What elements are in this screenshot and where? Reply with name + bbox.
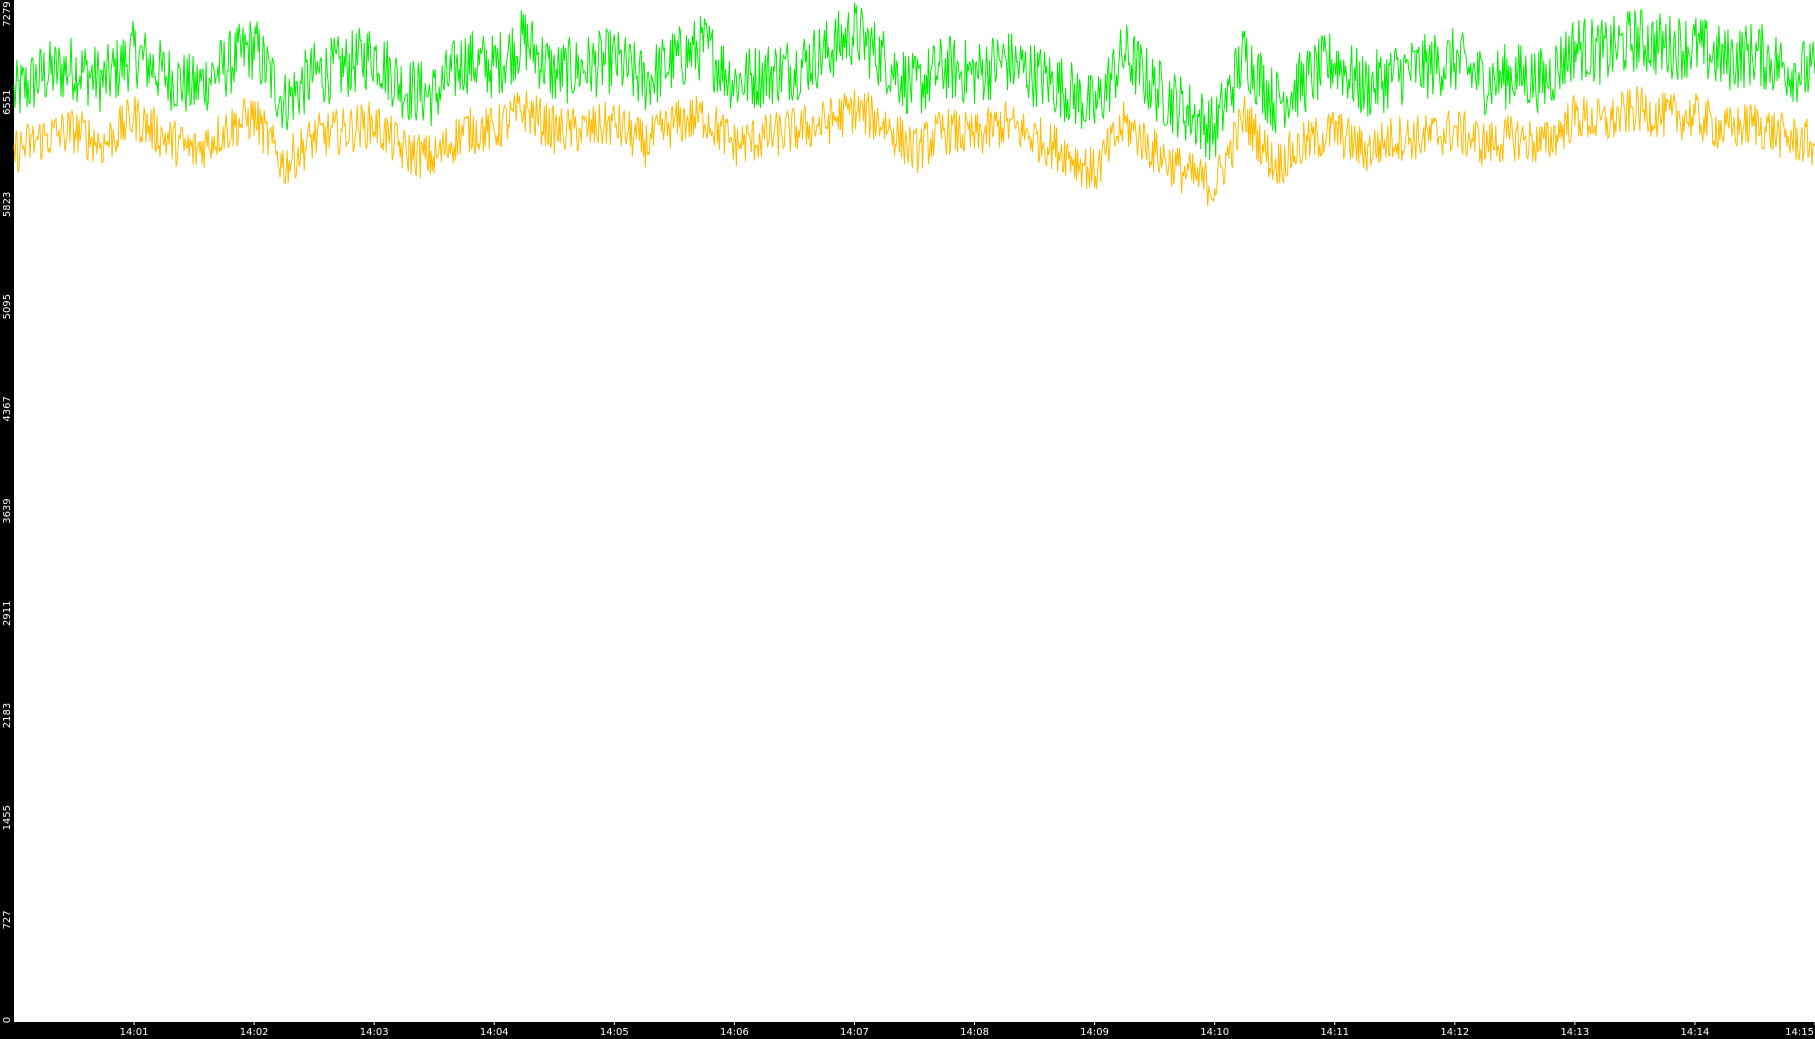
line-chart: 0 727 1455 2183 2911 3639 4367 5095 5823 6551 7279…	[0, 0, 1815, 1039]
y-tick-label: 727	[2, 910, 13, 929]
x-tick-label: 14:11	[1320, 1027, 1349, 1038]
y-tick-label: 3639	[2, 498, 13, 523]
y-tick-label: 6551	[2, 89, 13, 114]
chart-root: 0 727 1455 2183 2911 3639 4367 5095 5823 6551 7279…	[0, 0, 1815, 1039]
x-tick-label: 14:13	[1560, 1027, 1589, 1038]
y-tick-label: 5823	[2, 192, 13, 217]
x-tick-label: 14:15	[1785, 1027, 1814, 1038]
y-tick-label: 1455	[2, 805, 13, 830]
x-tick-label: 14:06	[720, 1027, 749, 1038]
y-tick-label: 0	[2, 1017, 13, 1023]
x-tick-label: 14:02	[240, 1027, 269, 1038]
x-tick-label: 14:10	[1200, 1027, 1229, 1038]
x-tick-label: 14:05	[600, 1027, 629, 1038]
x-tick-label: 14:07	[840, 1027, 869, 1038]
x-tick-label: 14:08	[960, 1027, 989, 1038]
x-tick-label: 14:01	[120, 1027, 149, 1038]
x-tick-label: 14:04	[480, 1027, 509, 1038]
y-tick-label: 4367	[2, 396, 13, 421]
plot-area	[14, 0, 1815, 1022]
x-tick-label: 14:09	[1080, 1027, 1109, 1038]
x-tick-label: 14:03	[360, 1027, 389, 1038]
y-tick-label: 2183	[2, 703, 13, 728]
y-tick-label: 5095	[2, 294, 13, 319]
y-tick-label: 7279	[2, 1, 13, 26]
x-tick-label: 14:14	[1681, 1027, 1710, 1038]
y-tick-label: 2911	[2, 601, 13, 626]
x-tick-label: 14:12	[1440, 1027, 1469, 1038]
